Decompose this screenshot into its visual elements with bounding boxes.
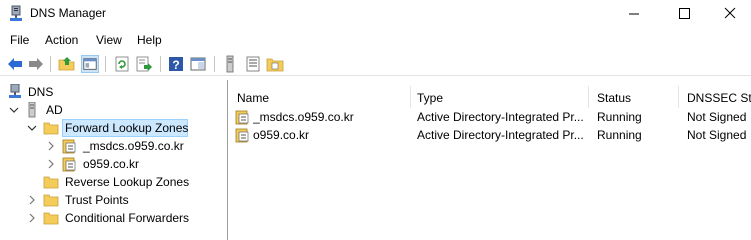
chevron-right-icon[interactable]: [27, 194, 37, 206]
forward-icon[interactable]: [27, 55, 45, 73]
records-icon[interactable]: [244, 55, 262, 73]
cell-status: Running: [597, 110, 642, 124]
zone-icon: [235, 110, 249, 125]
toolbar-separator: [50, 56, 51, 72]
up-folder-icon[interactable]: [58, 55, 76, 73]
column-header-dnssec[interactable]: DNSSEC Stat: [679, 84, 751, 108]
back-icon[interactable]: [6, 55, 24, 73]
cell-name: o959.co.kr: [253, 128, 310, 142]
column-header-status[interactable]: Status: [589, 84, 679, 108]
chevron-right-icon[interactable]: [27, 212, 37, 224]
toolbar: ?: [0, 53, 751, 76]
folder-icon: [43, 176, 59, 189]
cell-dnssec: Not Signed: [687, 110, 747, 124]
window-title: DNS Manager: [30, 6, 107, 20]
toolbar-separator: [214, 56, 215, 72]
toolbar-separator: [160, 56, 161, 72]
chevron-right-icon[interactable]: [46, 140, 56, 152]
column-label: Status: [597, 91, 632, 105]
tree-label: _msdcs.o959.co.kr: [83, 139, 184, 153]
zone-icon: [62, 157, 76, 172]
tree-item-zone-msdcs[interactable]: _msdcs.o959.co.kr: [0, 137, 228, 155]
folder-icon: [43, 122, 59, 135]
export-list-icon[interactable]: [135, 55, 153, 73]
menu-action[interactable]: Action: [45, 33, 78, 47]
tree-label: AD: [46, 103, 63, 117]
tree-item-zone-o959[interactable]: o959.co.kr: [0, 155, 228, 173]
dns-manager-icon: [10, 5, 22, 21]
chevron-down-icon[interactable]: [27, 122, 37, 134]
zone-icon: [62, 139, 76, 154]
server-icon: [28, 102, 36, 118]
list-row[interactable]: _msdcs.o959.co.kr Active Directory-Integ…: [229, 108, 751, 126]
console-tree: DNS AD Forward Lookup Zones _msdcs.o959.…: [0, 80, 228, 240]
help-icon[interactable]: ?: [167, 55, 185, 73]
tree-label: o959.co.kr: [83, 157, 140, 171]
chevron-down-icon[interactable]: [9, 104, 19, 116]
column-label: DNSSEC Stat: [687, 91, 751, 105]
cell-type: Active Directory-Integrated Pr...: [417, 128, 584, 142]
tree-item-dns[interactable]: DNS: [0, 83, 228, 101]
toolbar-separator: [105, 56, 106, 72]
server-icon[interactable]: [221, 55, 239, 73]
tree-label: DNS: [28, 85, 54, 99]
svg-text:?: ?: [172, 58, 179, 72]
tree-item-forward-lookup-zones[interactable]: Forward Lookup Zones: [0, 119, 228, 137]
properties-icon[interactable]: [189, 55, 207, 73]
maximize-icon[interactable]: [661, 0, 707, 28]
menu-bar: File Action View Help: [0, 30, 751, 50]
tree-label: Reverse Lookup Zones: [65, 175, 190, 189]
chevron-right-icon[interactable]: [46, 158, 56, 170]
list-row[interactable]: o959.co.kr Active Directory-Integrated P…: [229, 126, 751, 144]
title-bar: DNS Manager: [0, 0, 751, 28]
show-hide-console-tree-icon[interactable]: [81, 55, 99, 73]
column-header-type[interactable]: Type: [409, 84, 589, 108]
tree-item-conditional-forwarders[interactable]: Conditional Forwarders: [0, 209, 228, 227]
minimize-icon[interactable]: [611, 0, 657, 28]
dns-root-icon: [9, 84, 21, 98]
tree-item-ad[interactable]: AD: [0, 101, 228, 119]
column-header-name[interactable]: Name: [229, 84, 411, 108]
menu-file[interactable]: File: [10, 33, 29, 47]
column-label: Name: [237, 91, 270, 105]
tree-item-trust-points[interactable]: Trust Points: [0, 191, 228, 209]
folder-icon: [43, 194, 59, 207]
result-list: Name Type Status DNSSEC Stat _msdcs.o959…: [229, 80, 751, 240]
refresh-icon[interactable]: [113, 55, 131, 73]
menu-help[interactable]: Help: [137, 33, 162, 47]
cell-type: Active Directory-Integrated Pr...: [417, 110, 584, 124]
menu-view[interactable]: View: [96, 33, 122, 47]
close-icon[interactable]: [707, 0, 751, 28]
cell-name: _msdcs.o959.co.kr: [253, 110, 354, 124]
zone-icon: [235, 128, 249, 143]
zone-icon[interactable]: [266, 55, 284, 73]
tree-label: Forward Lookup Zones: [65, 121, 189, 135]
column-label: Type: [417, 91, 444, 105]
tree-label: Conditional Forwarders: [65, 211, 190, 225]
folder-icon: [43, 212, 59, 225]
tree-label: Trust Points: [65, 193, 129, 207]
tree-item-reverse-lookup-zones[interactable]: Reverse Lookup Zones: [0, 173, 228, 191]
cell-status: Running: [597, 128, 642, 142]
cell-dnssec: Not Signed: [687, 128, 747, 142]
